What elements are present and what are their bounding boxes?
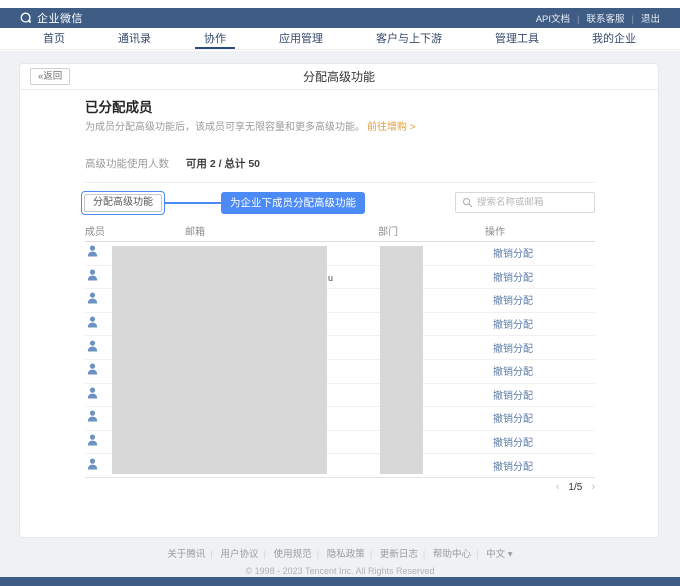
wework-admin-app: 企业微信 API文档 联系客服 退出 首页 通讯录 协作 应用管理 客户与上下游… (0, 0, 680, 586)
revoke-assignment-link[interactable]: 撤销分配 (493, 438, 533, 449)
revoke-assignment-link[interactable]: 撤销分配 (493, 273, 533, 284)
member-avatar-icon (87, 458, 98, 470)
member-avatar-icon (87, 245, 98, 257)
nav-tab-contacts[interactable]: 通讯录 (118, 28, 151, 49)
nav-tab-customers-upstream[interactable]: 客户与上下游 (376, 28, 442, 49)
member-avatar-icon (87, 269, 98, 281)
column-header-member: 成员 (85, 228, 185, 238)
revoke-assignment-link[interactable]: 撤销分配 (493, 320, 533, 331)
search-icon (462, 197, 473, 208)
action-cell: 撤销分配 (485, 362, 595, 380)
usage-value: 可用 2 / 总计 50 (186, 158, 260, 170)
nav-tab-home[interactable]: 首页 (43, 28, 65, 49)
app-logo-text: 企业微信 (37, 10, 83, 26)
revoke-assignment-link[interactable]: 撤销分配 (493, 367, 533, 378)
pagination-prev-icon[interactable]: ‹ (556, 482, 560, 493)
action-cell: 撤销分配 (485, 457, 595, 475)
revoke-assignment-link[interactable]: 撤销分配 (493, 391, 533, 402)
page-footer: 关于腾讯 用户协议 使用规范 隐私政策 更新日志 帮助中心 中文 ▾ © 199… (0, 546, 680, 576)
purchase-more-link[interactable]: 前往增购 > (367, 122, 416, 133)
member-avatar-icon (87, 363, 98, 375)
action-cell: 撤销分配 (485, 244, 595, 262)
footer-link-user-agreement[interactable]: 用户协议 (221, 549, 271, 560)
copyright-text: © 1998 - 2023 Tencent Inc. All Rights Re… (0, 566, 680, 576)
language-selector[interactable]: 中文 ▾ (486, 549, 512, 560)
section-description: 为成员分配高级功能后，该成员可享无限容量和更多高级功能。前往增购 > (85, 118, 416, 133)
pagination-page-indicator: 1/5 (568, 482, 582, 493)
action-cell: 撤销分配 (485, 315, 595, 333)
nav-tabs: 首页 通讯录 协作 应用管理 客户与上下游 管理工具 我的企业 (43, 28, 636, 49)
column-header-email: 邮箱 (185, 228, 378, 238)
search-input[interactable] (477, 197, 588, 208)
action-cell: 撤销分配 (485, 386, 595, 404)
usage-summary: 高级功能使用人数 可用 2 / 总计 50 (85, 156, 260, 171)
revoke-assignment-link[interactable]: 撤销分配 (493, 344, 533, 355)
top-header: 企业微信 API文档 联系客服 退出 (0, 8, 680, 28)
nav-tab-app-management[interactable]: 应用管理 (279, 28, 323, 49)
member-avatar-icon (87, 410, 98, 422)
nav-tab-collaboration[interactable]: 协作 (204, 28, 226, 49)
redacted-email-tail: u (328, 273, 333, 283)
logout-link[interactable]: 退出 (641, 11, 660, 25)
usage-label: 高级功能使用人数 (85, 158, 169, 170)
assign-button-highlight-ring: 分配高级功能 (81, 191, 165, 215)
footer-links: 关于腾讯 用户协议 使用规范 隐私政策 更新日志 帮助中心 中文 ▾ (0, 546, 680, 560)
column-header-actions: 操作 (485, 228, 595, 238)
card-header: «返回 分配高级功能 (20, 64, 658, 90)
member-avatar-icon (87, 316, 98, 328)
back-button[interactable]: «返回 (30, 68, 70, 85)
members-table: 成员 邮箱 部门 操作 撤销分配 (85, 228, 595, 478)
pagination: ‹ 1/5 › (556, 482, 595, 493)
revoke-assignment-link[interactable]: 撤销分配 (493, 462, 533, 473)
nav-tab-admin-tools[interactable]: 管理工具 (495, 28, 539, 49)
footer-link-about[interactable]: 关于腾讯 (167, 549, 217, 560)
footer-link-help-center[interactable]: 帮助中心 (433, 549, 483, 560)
contact-support-link[interactable]: 联系客服 (587, 11, 641, 25)
action-cell: 撤销分配 (485, 268, 595, 286)
api-docs-link[interactable]: API文档 (536, 11, 587, 25)
app-logo[interactable]: 企业微信 (20, 10, 83, 26)
redacted-names-emails-overlay (112, 246, 327, 474)
nav-tab-my-company[interactable]: 我的企业 (592, 28, 636, 49)
assign-advanced-features-button[interactable]: 分配高级功能 (84, 194, 162, 212)
content-area: «返回 分配高级功能 已分配成员 为成员分配高级功能后，该成员可享无限容量和更多… (0, 51, 680, 577)
member-avatar-icon (87, 292, 98, 304)
bottom-dark-strip (0, 577, 680, 586)
redacted-departments-overlay (380, 246, 423, 474)
section-heading: 已分配成员 (85, 96, 153, 116)
action-cell: 撤销分配 (485, 409, 595, 427)
member-avatar-icon (87, 340, 98, 352)
action-cell: 撤销分配 (485, 433, 595, 451)
section-divider (85, 182, 595, 183)
revoke-assignment-link[interactable]: 撤销分配 (493, 414, 533, 425)
footer-link-changelog[interactable]: 更新日志 (380, 549, 430, 560)
revoke-assignment-link[interactable]: 撤销分配 (493, 296, 533, 307)
card-body: 已分配成员 为成员分配高级功能后，该成员可享无限容量和更多高级功能。前往增购 >… (85, 90, 595, 537)
main-nav: 首页 通讯录 协作 应用管理 客户与上下游 管理工具 我的企业 (0, 28, 680, 50)
page-title: 分配高级功能 (20, 64, 658, 90)
pagination-next-icon[interactable]: › (591, 482, 595, 493)
section-description-text: 为成员分配高级功能后，该成员可享无限容量和更多高级功能。 (85, 122, 365, 133)
wework-logo-icon (20, 12, 32, 24)
member-avatar-icon (87, 434, 98, 446)
assign-button-group: 分配高级功能 为企业下成员分配高级功能 (81, 191, 365, 215)
member-avatar-icon (87, 387, 98, 399)
header-links: API文档 联系客服 退出 (536, 11, 660, 25)
revoke-assignment-link[interactable]: 撤销分配 (493, 249, 533, 260)
table-header-row: 成员 邮箱 部门 操作 (85, 228, 595, 242)
column-header-department: 部门 (378, 228, 485, 238)
tooltip-connector-line (165, 202, 221, 204)
guide-tooltip: 为企业下成员分配高级功能 (221, 192, 365, 214)
action-cell: 撤销分配 (485, 291, 595, 309)
footer-link-privacy-policy[interactable]: 隐私政策 (327, 549, 377, 560)
assign-features-card: «返回 分配高级功能 已分配成员 为成员分配高级功能后，该成员可享无限容量和更多… (20, 64, 658, 537)
toolbar: 分配高级功能 为企业下成员分配高级功能 (85, 191, 595, 215)
search-box (455, 192, 595, 213)
action-cell: 撤销分配 (485, 339, 595, 357)
footer-link-usage-rules[interactable]: 使用规范 (274, 549, 324, 560)
